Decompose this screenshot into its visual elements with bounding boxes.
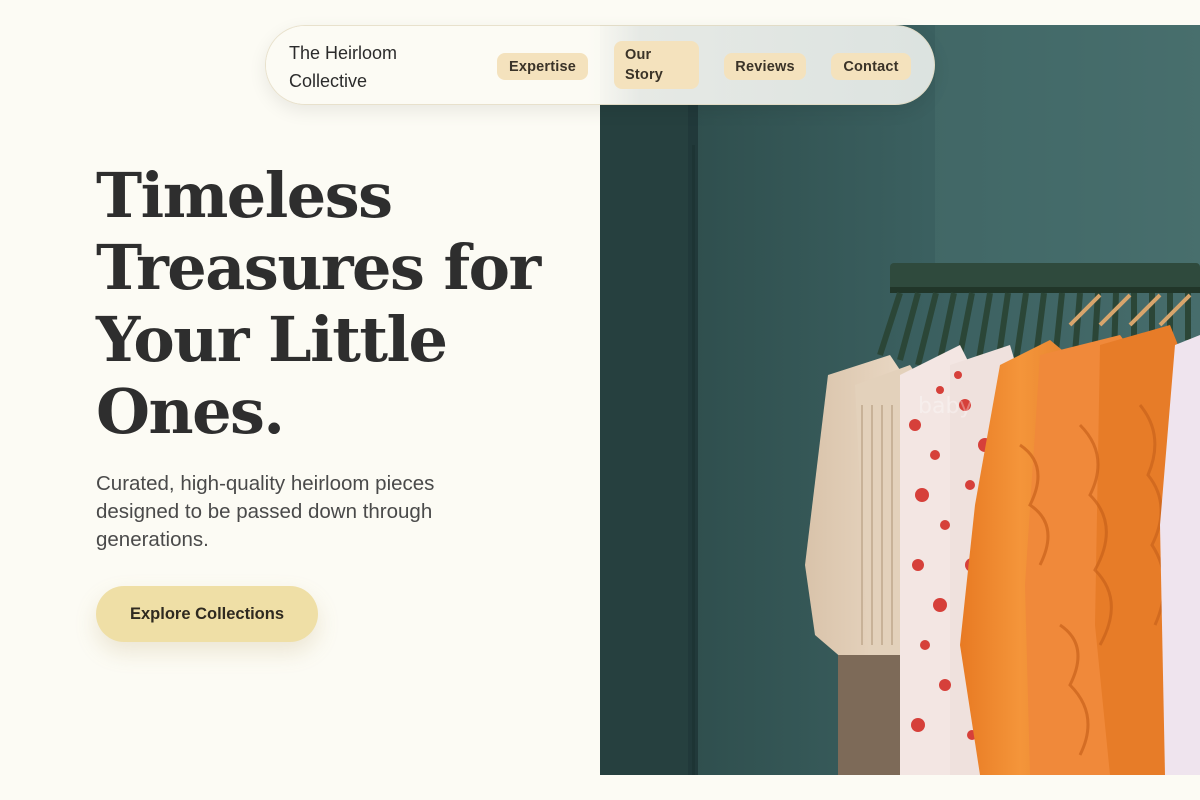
nav-link-our-story-label: Our Story xyxy=(625,47,664,83)
top-navigation: The Heirloom Collective Expertise Our St… xyxy=(265,25,935,105)
nav-link-contact[interactable]: Contact xyxy=(831,53,911,80)
hero-headline: Timeless Treasures for Your Little Ones. xyxy=(96,159,541,448)
hero-image: baby xyxy=(600,25,1200,775)
nav-link-our-story[interactable]: Our Story xyxy=(614,41,699,89)
page: baby The Heirloom Collective Expertise O… xyxy=(0,0,1200,800)
clothing-rack-illustration: baby xyxy=(600,25,1200,775)
image-watermark: baby xyxy=(918,394,972,419)
hero-subtitle: Curated, high-quality heirloom pieces de… xyxy=(96,472,435,551)
brand-logo-text[interactable]: The Heirloom Collective xyxy=(289,39,439,95)
nav-link-reviews[interactable]: Reviews xyxy=(724,53,806,80)
nav-link-expertise[interactable]: Expertise xyxy=(497,53,588,80)
explore-collections-button[interactable]: Explore Collections xyxy=(96,586,318,642)
